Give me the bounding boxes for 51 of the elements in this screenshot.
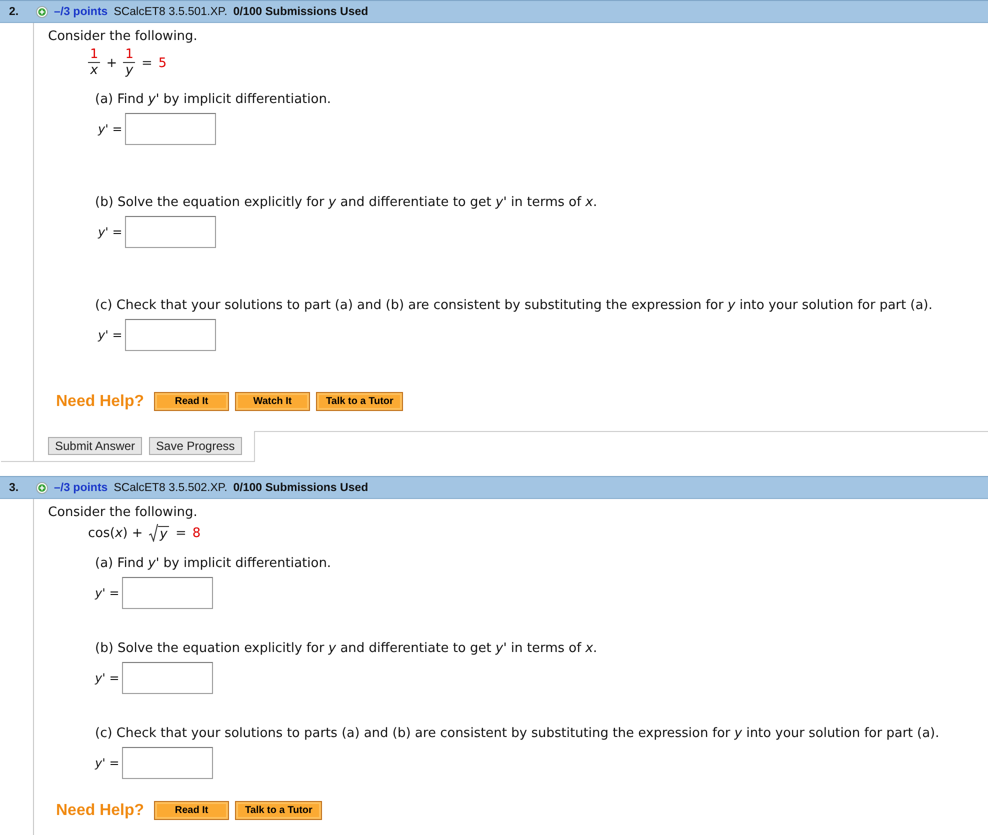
answer-label: y' = (95, 671, 120, 685)
part-question: (c) Check that your solutions to part (a) and (b) are consistent by substituting the expression for y into your solution for part (a). (95, 298, 934, 313)
part-question: (b) Solve the equation explicitly for y and differentiate to get y' in terms of x. (95, 195, 598, 210)
answer-field[interactable] (125, 319, 216, 351)
fraction-numerator: 1 (88, 48, 100, 63)
fraction-numerator: 1 (123, 48, 136, 63)
square-root-sign-icon (148, 524, 158, 542)
equation-value: 5 (158, 56, 167, 70)
submissions-used: 0/100 Submissions Used (233, 6, 368, 18)
answer-field[interactable] (122, 662, 214, 694)
points: –/3 points (54, 482, 108, 494)
equation-text: + (106, 56, 118, 70)
equation-text: cos(x) + (88, 526, 143, 540)
answer-label: y' = (95, 586, 120, 600)
answer-label: y' = (98, 122, 122, 136)
question-prompt: Consider the following. (48, 29, 198, 44)
equation-text: = (141, 56, 152, 70)
radicand: y (158, 526, 170, 542)
question-code: SCalcET8 3.5.501.XP. (114, 6, 228, 18)
answer-field[interactable] (125, 113, 216, 145)
action-button[interactable]: Submit Answer (48, 437, 142, 455)
submissions-used: 0/100 Submissions Used (233, 482, 368, 494)
answer-label: y' = (98, 225, 122, 239)
question-code: SCalcET8 3.5.502.XP. (114, 482, 228, 494)
answer-label: y' = (95, 756, 120, 770)
part-question: (c) Check that your solutions to parts (a) and (b) are consistent by substituting the expression for y into your solution for part (a). (95, 726, 940, 741)
answer-label: y' = (98, 328, 122, 342)
need-help-label: Need Help? (56, 802, 144, 820)
answer-field[interactable] (122, 577, 214, 609)
question-number: 2. (8, 6, 20, 18)
help-button[interactable]: Watch It (235, 392, 310, 411)
help-button[interactable]: Talk to a Tutor (235, 801, 322, 820)
fraction-denominator: y (125, 63, 134, 78)
plus-icon[interactable] (36, 6, 48, 18)
part-question: (b) Solve the equation explicitly for y and differentiate to get y' in terms of x. (95, 641, 598, 656)
need-help-label: Need Help? (56, 392, 144, 410)
action-button[interactable]: Save Progress (149, 437, 242, 455)
help-button[interactable]: Talk to a Tutor (316, 392, 404, 411)
equation-value: 8 (192, 526, 201, 540)
question-number: 3. (8, 482, 20, 494)
help-button[interactable]: Read It (154, 392, 230, 411)
points: –/3 points (54, 6, 108, 18)
question-prompt: Consider the following. (48, 505, 198, 520)
part-question: (a) Find y' by implicit differentiation. (95, 556, 332, 571)
answer-field[interactable] (125, 216, 216, 248)
fraction-denominator: x (90, 63, 98, 78)
part-question: (a) Find y' by implicit differentiation. (95, 92, 332, 107)
help-button[interactable]: Read It (154, 801, 230, 820)
answer-field[interactable] (122, 747, 214, 779)
plus-icon[interactable] (36, 482, 48, 494)
equation-text: = (175, 526, 186, 540)
